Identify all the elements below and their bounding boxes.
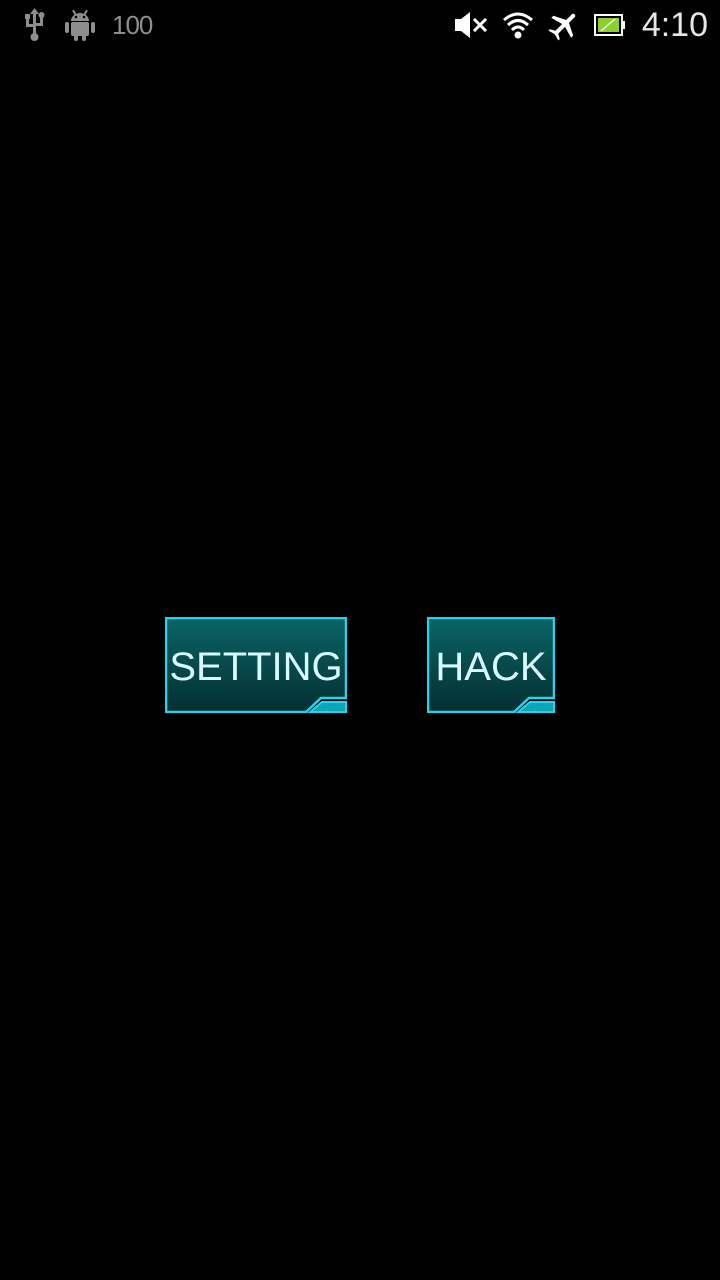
- status-clock: 4:10: [641, 5, 708, 44]
- wifi-icon: [502, 10, 534, 40]
- status-bar: 100 4:10: [0, 0, 720, 50]
- hack-button[interactable]: HACK: [427, 617, 555, 713]
- setting-button-label: SETTING: [169, 644, 343, 689]
- status-right-group: 4:10: [454, 6, 720, 45]
- usb-icon: [22, 8, 48, 42]
- mute-icon: [454, 10, 488, 40]
- android-debug-icon: [64, 8, 96, 42]
- airplane-mode-icon: [548, 9, 580, 41]
- battery-charging-icon: [593, 12, 626, 38]
- battery-level-text: 100: [112, 9, 153, 40]
- hack-button-label: HACK: [435, 644, 547, 689]
- screen: 100 4:10 SETTING HACK: [0, 0, 720, 1280]
- status-left-group: 100: [0, 8, 153, 42]
- setting-button[interactable]: SETTING: [165, 617, 347, 713]
